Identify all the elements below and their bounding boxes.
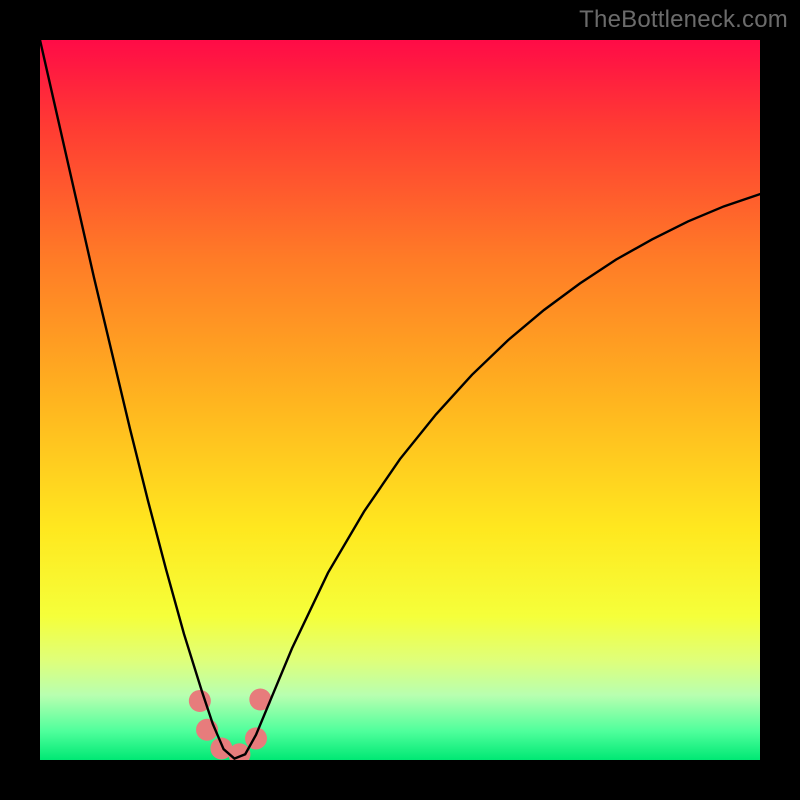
curve-layer — [40, 40, 760, 760]
chart-frame: TheBottleneck.com — [0, 0, 800, 800]
plot-area — [40, 40, 760, 760]
marker-group — [189, 689, 271, 760]
curve-marker — [245, 727, 267, 749]
bottleneck-curve — [40, 40, 760, 759]
watermark-text: TheBottleneck.com — [579, 6, 788, 34]
